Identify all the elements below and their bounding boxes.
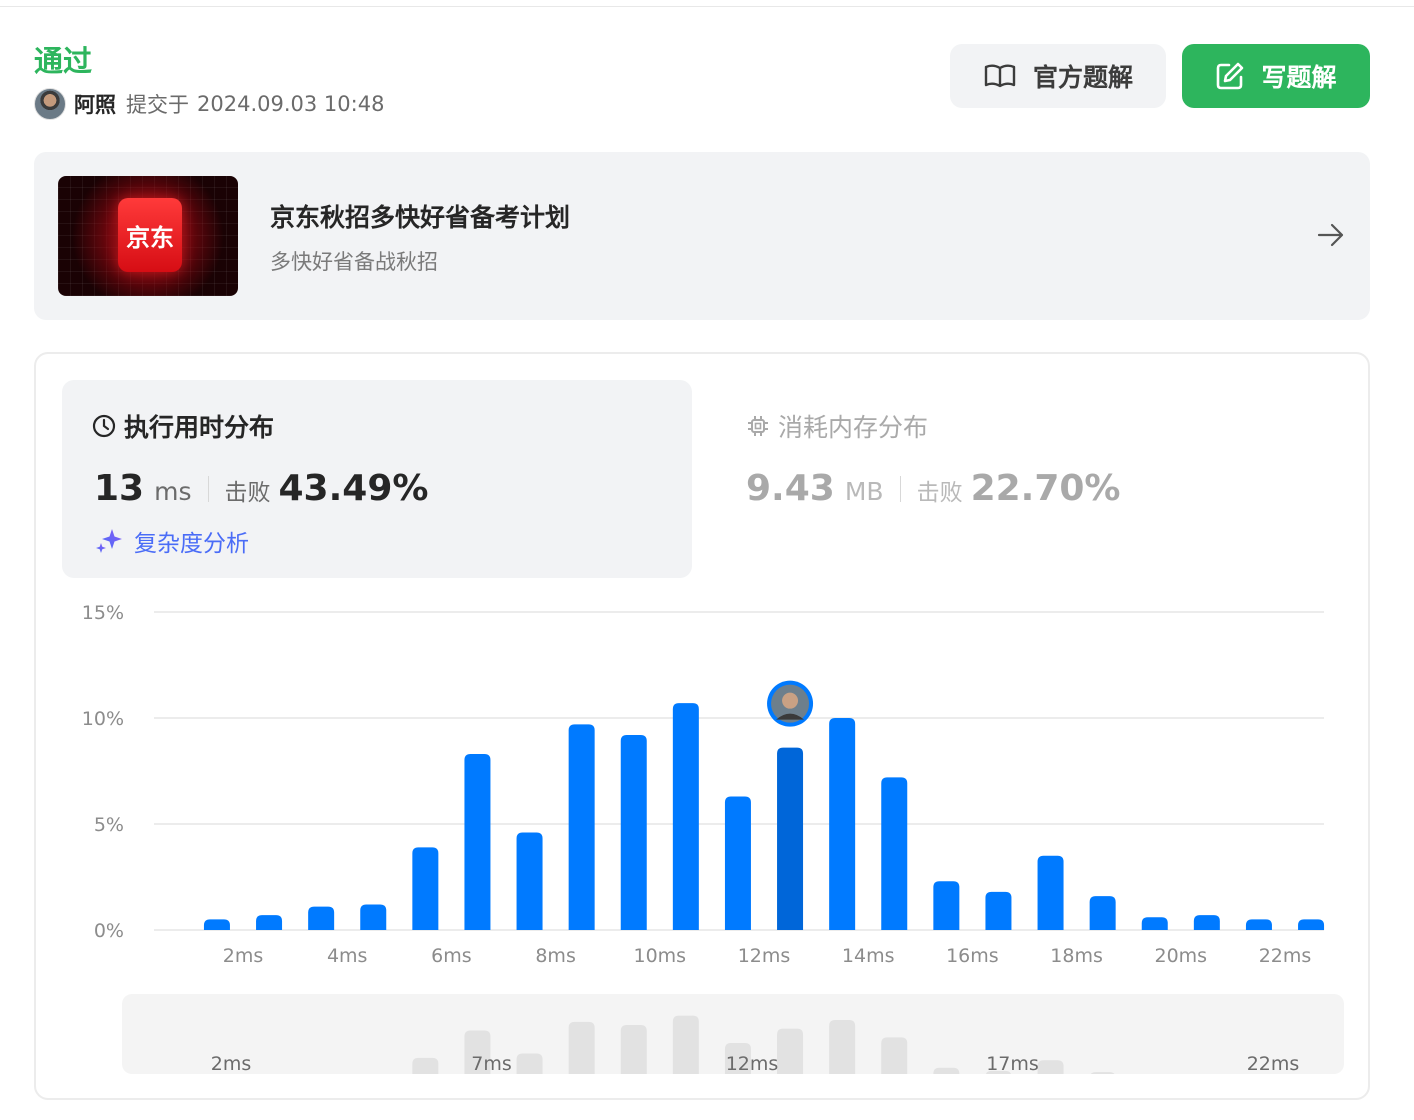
chart-bar[interactable] [620, 734, 647, 930]
chart-bar[interactable] [203, 919, 230, 930]
navigator-bar [881, 1037, 908, 1074]
navigator-bar [516, 1053, 543, 1074]
chart-bar[interactable] [1089, 896, 1116, 930]
x-tick-label: 20ms [1155, 945, 1208, 967]
x-tick-label: 16ms [946, 945, 999, 967]
chart-bar[interactable] [881, 777, 908, 930]
y-tick-label: 15% [82, 602, 124, 624]
x-tick-label: 8ms [535, 945, 576, 967]
marker-avatar-face [782, 692, 799, 709]
chart-bar[interactable] [1193, 915, 1220, 930]
navigator-bar [829, 1020, 856, 1074]
selected-bar[interactable] [777, 747, 804, 930]
chart-navigator[interactable]: 2ms 7ms 12ms 17ms 22ms [122, 994, 1344, 1074]
chart-bar[interactable] [568, 724, 595, 930]
chart-bar[interactable] [672, 703, 699, 930]
x-tick-label: 4ms [327, 945, 368, 967]
chart-bar[interactable] [1298, 919, 1325, 930]
x-tick-label: 22ms [1259, 945, 1312, 967]
chart-bar[interactable] [516, 832, 543, 930]
navigator-bar [933, 1067, 960, 1074]
y-tick-label: 10% [82, 708, 124, 730]
navigator-tick-label: 2ms [211, 1053, 252, 1074]
navigator-bar [1037, 1060, 1064, 1074]
navigator-bar [672, 1015, 699, 1074]
chart-bar[interactable] [1245, 919, 1272, 930]
x-tick-label: 14ms [842, 945, 895, 967]
chart-bar[interactable] [464, 754, 491, 930]
navigator-tick-label: 12ms [726, 1053, 779, 1074]
x-tick-label: 12ms [738, 945, 791, 967]
chart-bar[interactable] [256, 915, 283, 930]
chart-bar[interactable] [1037, 855, 1064, 930]
navigator-tick-label: 22ms [1247, 1053, 1300, 1074]
chart-bar[interactable] [1141, 917, 1168, 930]
navigator-bar [412, 1057, 439, 1074]
chart-bar[interactable] [829, 718, 856, 930]
chart-bar[interactable] [308, 906, 335, 930]
navigator-bar [568, 1021, 595, 1074]
navigator-svg: 2ms 7ms 12ms 17ms 22ms [211, 1015, 1300, 1074]
y-tick-label: 5% [94, 814, 124, 836]
x-tick-label: 6ms [431, 945, 472, 967]
chart-bar[interactable] [724, 796, 751, 930]
navigator-tick-label: 7ms [471, 1053, 512, 1074]
chart-bar[interactable] [933, 881, 960, 930]
navigator-bar [777, 1028, 804, 1074]
runtime-distribution-chart: 0% 5% 10% 15% 2ms 4ms 6ms 8ms 10ms 12ms 14ms 16ms 18… [82, 602, 1325, 967]
x-tick-label: 10ms [634, 945, 687, 967]
chart-bar[interactable] [985, 891, 1012, 930]
y-tick-label: 0% [94, 920, 124, 942]
navigator-bar [1090, 1072, 1115, 1074]
chart-bar[interactable] [412, 847, 439, 930]
chart-bar[interactable] [360, 904, 387, 930]
x-tick-label: 18ms [1050, 945, 1103, 967]
x-tick-label: 2ms [223, 945, 264, 967]
navigator-tick-label: 17ms [986, 1053, 1039, 1074]
navigator-bar [620, 1024, 647, 1074]
